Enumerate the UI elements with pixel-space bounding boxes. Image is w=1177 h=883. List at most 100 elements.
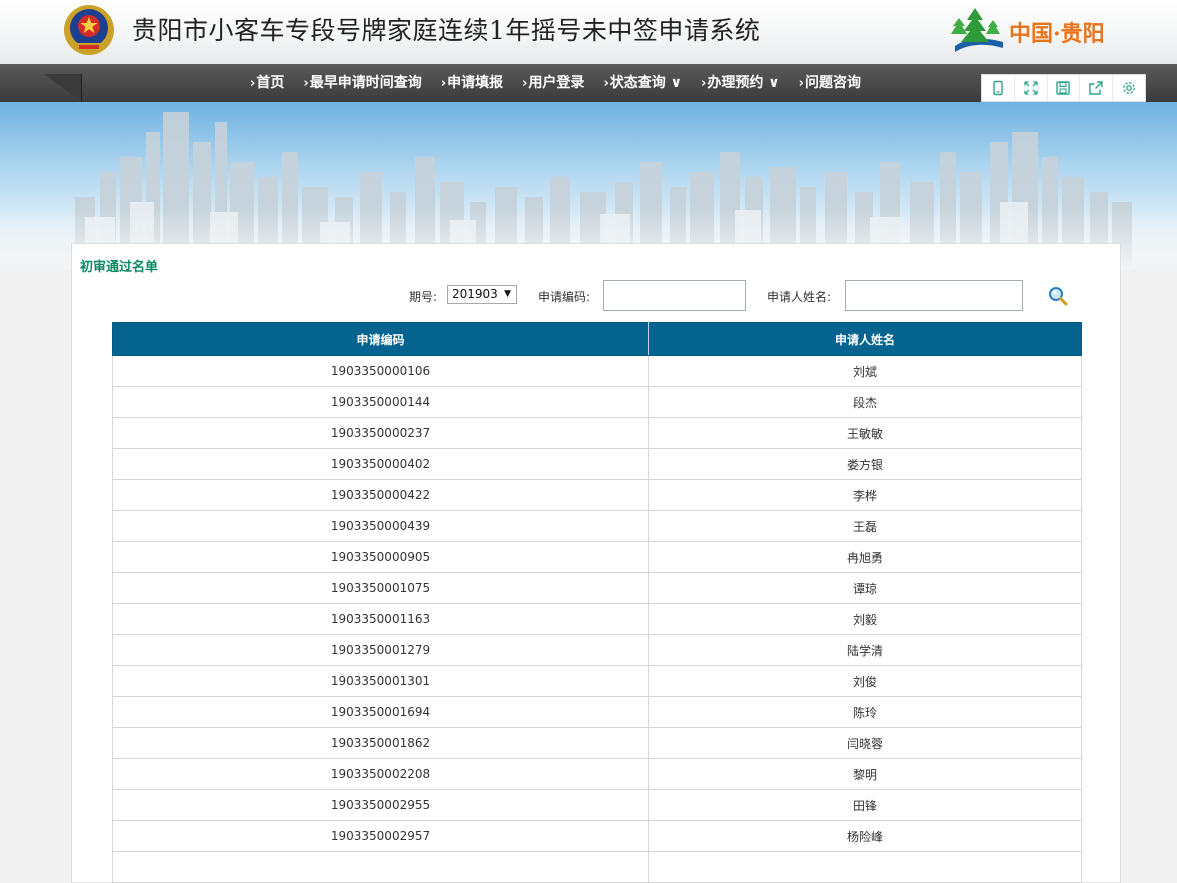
code-cell: 1903350001862 (112, 727, 649, 759)
name-cell: 陆学清 (648, 634, 1082, 666)
table-row: 1903350002957 杨险峰 (112, 820, 1082, 852)
table-row: 1903350000106 刘斌 (112, 355, 1082, 387)
nav-item-label: 办理预约 ∨ (707, 75, 780, 91)
view-toolbar (981, 74, 1146, 102)
nav-item-status-query[interactable]: ›状态查询 ∨ (603, 72, 682, 92)
period-select[interactable]: 201903 ▼ (447, 285, 517, 304)
name-cell (648, 851, 1082, 883)
nav-item-appointment[interactable]: ›办理预约 ∨ (701, 72, 780, 92)
nav-item-label: 用户登录 (528, 75, 585, 91)
code-cell: 1903350000439 (112, 510, 649, 542)
nav-item-login[interactable]: ›用户登录 (522, 72, 584, 92)
page-title: 贵阳市小客车专段号牌家庭连续1年摇号未中签申请系统 (132, 16, 761, 45)
code-label: 申请编码: (538, 290, 591, 304)
name-cell: 王敏敏 (648, 417, 1082, 449)
table-row: 1903350000402 娄方银 (112, 448, 1082, 480)
content-panel: 初审通过名单 期号: 201903 ▼ 申请编码: 申请人姓名: 申请编码 申请… (71, 243, 1121, 883)
table-row: 1903350002208 黎明 (112, 758, 1082, 790)
nav-item-label: 首页 (256, 75, 285, 91)
period-label: 期号: (409, 290, 438, 304)
name-cell: 杨险峰 (648, 820, 1082, 852)
code-cell: 1903350001301 (112, 665, 649, 697)
chevron-right-icon: › (522, 76, 528, 91)
chevron-right-icon: › (603, 76, 609, 91)
name-cell: 黎明 (648, 758, 1082, 790)
mobile-icon[interactable] (982, 75, 1015, 101)
name-input[interactable] (845, 280, 1023, 311)
name-cell: 王磊 (648, 510, 1082, 542)
dropdown-arrow-icon: ▼ (504, 289, 511, 299)
nav-item-home[interactable]: ›首页 (250, 72, 284, 92)
chevron-right-icon: › (250, 76, 256, 91)
code-cell: 1903350000422 (112, 479, 649, 511)
table-body: 1903350000106 刘斌 1903350000144 段杰 1903350000… (112, 355, 1082, 883)
name-cell: 李桦 (648, 479, 1082, 511)
table-row: 1903350001862 闫晓蓉 (112, 727, 1082, 759)
column-header-code: 申请编码 (112, 322, 649, 356)
nav-item-faq[interactable]: ›问题咨询 (799, 72, 861, 92)
gear-icon[interactable] (1113, 75, 1145, 101)
table-row (112, 851, 1082, 883)
code-cell: 1903350002955 (112, 789, 649, 821)
period-select-value: 201903 (452, 287, 498, 301)
code-cell: 1903350002208 (112, 758, 649, 790)
panel-title: 初审通过名单 (80, 260, 159, 275)
nav-item-label: 最早申请时间查询 (309, 75, 422, 91)
code-cell: 1903350001075 (112, 572, 649, 604)
nav-item-label: 问题咨询 (805, 75, 862, 91)
table-row: 1903350001694 陈玲 (112, 696, 1082, 728)
main-nav: ›首页 ›最早申请时间查询 ›申请填报 ›用户登录 ›状态查询 ∨ ›办理预约 … (250, 64, 880, 100)
code-cell: 1903350001694 (112, 696, 649, 728)
name-cell: 谭琼 (648, 572, 1082, 604)
city-logo-text: 中国·贵阳 (1009, 21, 1105, 47)
code-cell (112, 851, 649, 883)
results-table: 申请编码 申请人姓名 1903350000106 刘斌 1903350000144 段… (112, 322, 1082, 883)
table-row: 1903350001075 谭琼 (112, 572, 1082, 604)
tree-logo-icon (951, 8, 1003, 52)
city-logo: 中国·贵阳 (945, 4, 1125, 56)
column-header-name: 申请人姓名 (648, 322, 1082, 356)
name-label: 申请人姓名: (767, 290, 832, 304)
nav-item-apply[interactable]: ›申请填报 (441, 72, 503, 92)
header-bar: 贵阳市小客车专段号牌家庭连续1年摇号未中签申请系统 中国·贵阳 (0, 0, 1177, 64)
police-emblem-icon (64, 5, 114, 55)
table-row: 1903350000237 王敏敏 (112, 417, 1082, 449)
code-input[interactable] (603, 280, 746, 311)
table-row: 1903350002955 田锋 (112, 789, 1082, 821)
table-row: 1903350000439 王磊 (112, 510, 1082, 542)
nav-notch (44, 74, 82, 102)
name-cell: 冉旭勇 (648, 541, 1082, 573)
table-row: 1903350000422 李桦 (112, 479, 1082, 511)
code-cell: 1903350001163 (112, 603, 649, 635)
chevron-right-icon: › (303, 76, 309, 91)
name-cell: 刘俊 (648, 665, 1082, 697)
chevron-right-icon: › (701, 76, 707, 91)
save-icon[interactable] (1048, 75, 1081, 101)
name-cell: 陈玲 (648, 696, 1082, 728)
code-cell: 1903350001279 (112, 634, 649, 666)
chevron-right-icon: › (798, 76, 805, 91)
code-cell: 1903350000905 (112, 541, 649, 573)
name-cell: 段杰 (648, 386, 1082, 418)
filter-bar: 期号: 201903 ▼ 申请编码: 申请人姓名: (72, 280, 1122, 312)
table-row: 1903350001279 陆学清 (112, 634, 1082, 666)
name-cell: 娄方银 (648, 448, 1082, 480)
share-icon[interactable] (1080, 75, 1114, 101)
table-row: 1903350001301 刘俊 (112, 665, 1082, 697)
table-row: 1903350000905 冉旭勇 (112, 541, 1082, 573)
search-icon[interactable] (1047, 285, 1069, 307)
table-header-row: 申请编码 申请人姓名 (112, 322, 1082, 356)
nav-item-label: 状态查询 ∨ (609, 75, 683, 91)
nav-item-label: 申请填报 (447, 75, 504, 91)
nav-divider (81, 74, 82, 102)
code-cell: 1903350002957 (112, 820, 649, 852)
name-cell: 刘毅 (648, 603, 1082, 635)
code-cell: 1903350000402 (112, 448, 649, 480)
nav-item-earliest-time-query[interactable]: ›最早申请时间查询 (303, 72, 421, 92)
name-cell: 闫晓蓉 (648, 727, 1082, 759)
code-cell: 1903350000106 (112, 355, 649, 387)
name-cell: 田锋 (648, 789, 1082, 821)
name-cell: 刘斌 (648, 355, 1082, 387)
table-row: 1903350000144 段杰 (112, 386, 1082, 418)
fullscreen-icon[interactable] (1015, 75, 1048, 101)
